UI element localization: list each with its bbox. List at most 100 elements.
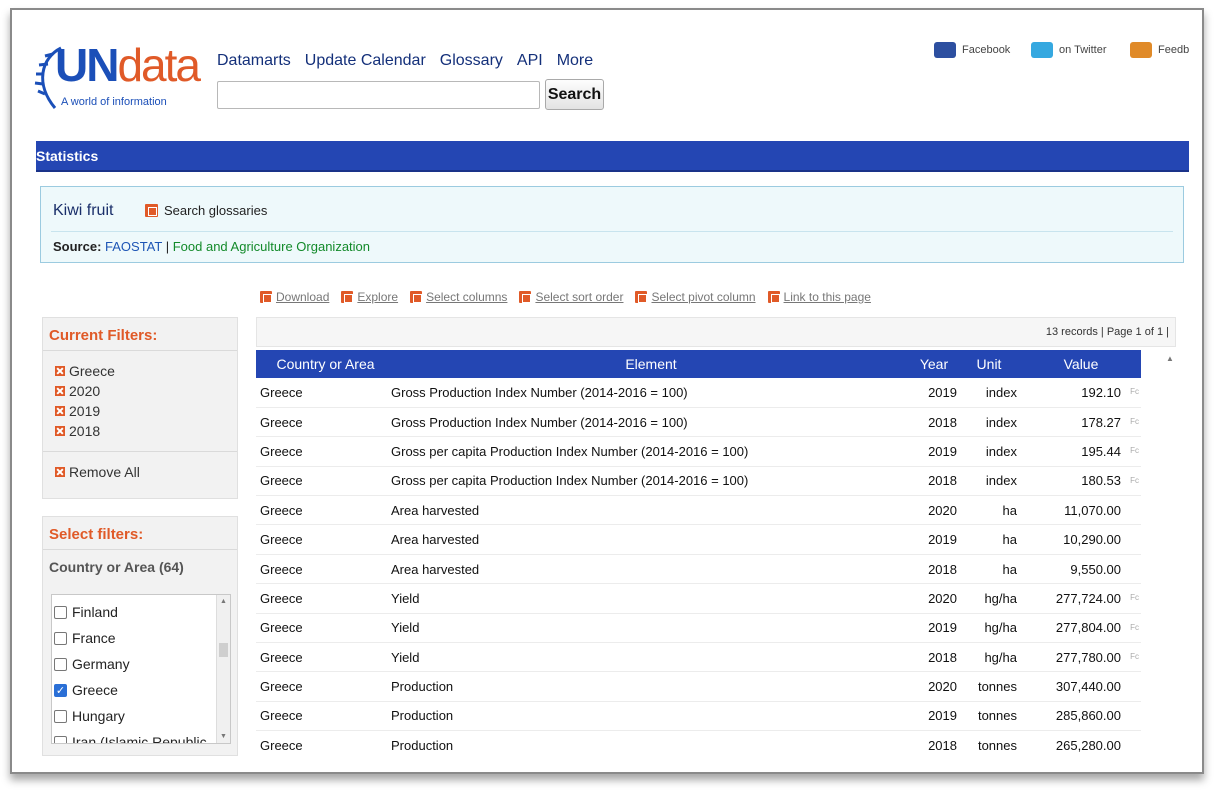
col-unit-header[interactable]: Unit (961, 350, 1021, 378)
cell-country: Greece (256, 466, 391, 497)
footnote-flag[interactable]: Fc (1130, 623, 1139, 632)
checkbox-checked[interactable]: ✓ (54, 683, 67, 697)
scroll-up-icon[interactable]: ▲ (220, 598, 227, 605)
country-option-finland[interactable]: Finland (52, 599, 230, 625)
nav-more[interactable]: More (557, 52, 593, 70)
cell-unit: hg/ha (961, 583, 1021, 614)
cell-element-text: Gross per capita Production Index Number… (391, 473, 749, 489)
country-listbox[interactable]: Finland France Germany ✓ Greece Hungary I… (51, 594, 231, 744)
nav-update-calendar[interactable]: Update Calendar (305, 52, 426, 70)
country-option-greece[interactable]: ✓ Greece (52, 677, 230, 703)
footnote-flag[interactable]: Fc (1130, 652, 1139, 661)
social-twitter[interactable]: on Twitter (1031, 42, 1107, 58)
cell-unit: hg/ha (961, 642, 1021, 673)
select-pivot-column-link[interactable]: Select pivot column (635, 290, 756, 304)
filter-2019[interactable]: 2019 (43, 401, 237, 421)
search-input[interactable] (217, 81, 540, 109)
current-filters-panel: Current Filters: Greece 2020 2019 2018 R… (42, 317, 238, 499)
footnote-flag[interactable]: Fc (1130, 446, 1139, 455)
nav-glossary[interactable]: Glossary (440, 52, 503, 70)
cell-value: 277,724.00 Fc (1021, 583, 1141, 614)
country-option-germany[interactable]: Germany (52, 651, 230, 677)
scroll-up-icon[interactable]: ▲ (1166, 354, 1174, 363)
scroll-down-icon[interactable]: ▼ (220, 733, 227, 740)
cell-unit-text: index (985, 384, 1017, 400)
social-feedback[interactable]: Feedb (1130, 42, 1189, 58)
undata-logo[interactable]: UNdata A world of information (33, 42, 201, 114)
cell-country: Greece (256, 407, 391, 438)
listbox-scrollbar[interactable]: ▲ ▼ (216, 595, 230, 743)
footnote-flag[interactable]: Fc (1130, 593, 1139, 602)
statistics-bar: Statistics (36, 141, 1189, 172)
checkbox[interactable] (54, 605, 67, 619)
remove-all-button[interactable]: Remove All (43, 451, 237, 483)
top-nav: Datamarts Update Calendar Glossary API M… (217, 52, 593, 70)
cell-year: 2019 (911, 378, 961, 408)
explore-link[interactable]: Explore (341, 290, 398, 304)
social-facebook-label: Facebook (962, 44, 1011, 56)
country-option-hungary[interactable]: Hungary (52, 703, 230, 729)
download-link[interactable]: Download (260, 290, 329, 304)
checkbox[interactable] (54, 657, 67, 671)
footnote-flag[interactable]: Fc (1130, 417, 1139, 426)
search-glossaries-link[interactable]: Search glossaries (145, 203, 267, 218)
nav-api[interactable]: API (517, 52, 543, 70)
cell-element: Gross per capita Production Index Number… (391, 436, 911, 467)
feedback-icon (1130, 42, 1152, 58)
cell-year-text: 2020 (928, 502, 957, 518)
nav-datamarts[interactable]: Datamarts (217, 52, 291, 70)
select-columns-link[interactable]: Select columns (410, 290, 507, 304)
select-filters-title: Select filters: (43, 517, 237, 550)
col-element-header[interactable]: Element (391, 350, 911, 378)
footnote-flag[interactable]: Fc (1130, 387, 1139, 396)
cell-value-text: 11,070.00 (1064, 502, 1121, 518)
cell-element-text: Production (391, 708, 454, 724)
remove-filter-icon (55, 406, 65, 416)
select-sort-order-link[interactable]: Select sort order (519, 290, 623, 304)
social-facebook[interactable]: Facebook (934, 42, 1010, 58)
filter-label: 2018 (69, 423, 101, 439)
filter-2020[interactable]: 2020 (43, 381, 237, 401)
cell-element: Production (391, 701, 911, 732)
table-row: Greece Production 2018 tonnes 265,280.00 (256, 730, 1141, 755)
link-to-page[interactable]: Link to this page (767, 290, 871, 304)
source-faostat-link[interactable]: FAOSTAT (105, 239, 162, 254)
source-fao-link[interactable]: Food and Agriculture Organization (173, 239, 370, 254)
table-row: Greece Gross per capita Production Index … (256, 466, 1141, 497)
cell-element: Production (391, 730, 911, 755)
remove-filter-icon (55, 426, 65, 436)
explore-icon (341, 291, 354, 303)
col-year-header[interactable]: Year (911, 350, 961, 378)
country-option-france[interactable]: France (52, 625, 230, 651)
col-value-header[interactable]: Value (1021, 350, 1141, 378)
filter-2018[interactable]: 2018 (43, 421, 237, 441)
cell-unit-text: index (985, 414, 1017, 430)
country-option-iran[interactable]: Iran (Islamic Republic (52, 729, 230, 743)
cell-value: 10,290.00 (1021, 524, 1141, 555)
table-row: Greece Gross per capita Production Index … (256, 436, 1141, 467)
download-label: Download (276, 290, 330, 304)
checkbox[interactable] (54, 735, 67, 743)
cell-unit: ha (961, 554, 1021, 585)
cell-year: 2018 (911, 407, 961, 438)
cell-value-text: 265,280.00 (1055, 737, 1121, 753)
col-country-header[interactable]: Country or Area (256, 350, 391, 378)
logo-wordmark: UNdata (55, 42, 201, 88)
checkbox[interactable] (54, 631, 67, 645)
checkbox[interactable] (54, 709, 67, 723)
cell-element: Yield (391, 583, 911, 614)
table-row: Greece Gross Production Index Number (201… (256, 378, 1141, 408)
footnote-flag[interactable]: Fc (1130, 476, 1139, 485)
scroll-thumb[interactable] (219, 643, 228, 657)
search-button[interactable]: Search (545, 79, 604, 110)
cell-element-text: Yield (391, 590, 420, 606)
cell-element-text: Gross per capita Production Index Number… (391, 443, 749, 459)
cell-year-text: 2018 (928, 737, 957, 753)
cell-country: Greece (256, 613, 391, 644)
cell-value: 11,070.00 (1021, 495, 1141, 526)
cell-year: 2020 (911, 583, 961, 614)
table-scrollbar[interactable]: ▲ (1163, 350, 1177, 755)
cell-country: Greece (256, 701, 391, 732)
filter-greece[interactable]: Greece (43, 361, 237, 381)
cell-year: 2019 (911, 524, 961, 555)
